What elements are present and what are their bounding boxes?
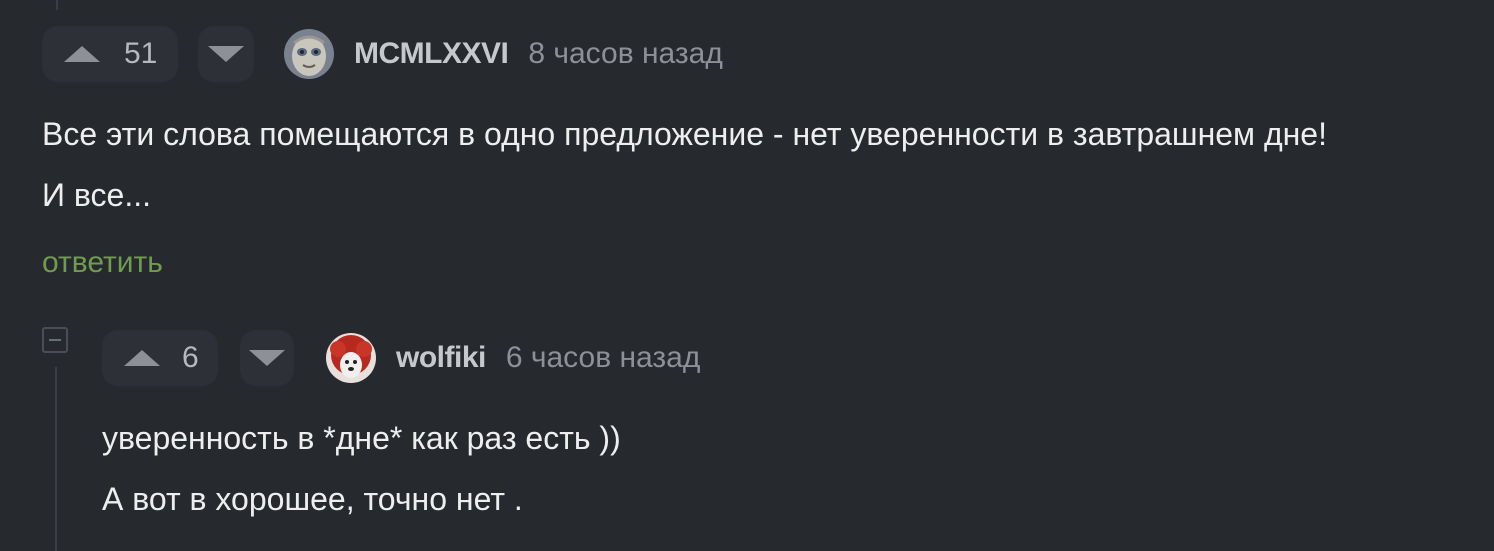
comment: 51 MCMLXXVI 8 часов назад Все эти слова … (42, 26, 1482, 280)
arrow-up-icon (64, 46, 100, 62)
comment-body: Все эти слова помещаются в одно предложе… (42, 104, 1482, 226)
reply-link[interactable]: ответить (42, 246, 163, 280)
thread-line[interactable] (55, 367, 57, 551)
downvote-button[interactable] (198, 26, 254, 82)
comment: 6 wolfiki 6 часов назад уверенность в *д… (102, 330, 1482, 530)
collapse-thread-button[interactable] (42, 327, 68, 353)
comment-time: 8 часов назад (528, 37, 723, 70)
comment-score: 51 (124, 37, 158, 70)
arrow-up-icon (124, 350, 160, 366)
avatar[interactable] (284, 29, 334, 79)
thread-line (56, 0, 58, 10)
comment-header: 6 wolfiki 6 часов назад (102, 330, 1482, 386)
comment-score: 6 (182, 341, 199, 374)
dog-red-wig-avatar-icon (326, 333, 376, 383)
upvote-button[interactable]: 6 (102, 330, 218, 386)
comment-header: 51 MCMLXXVI 8 часов назад (42, 26, 1482, 82)
downvote-button[interactable] (240, 330, 294, 386)
comment-text-line: Все эти слова помещаются в одно предложе… (42, 116, 1327, 152)
comment-body: уверенность в *дне* как раз есть )) А во… (102, 408, 1482, 530)
comment-text-line: уверенность в *дне* как раз есть )) (102, 420, 621, 456)
upvote-button[interactable]: 51 (42, 26, 178, 82)
arrow-down-icon (249, 350, 285, 366)
comment-text-line: И все... (42, 177, 151, 213)
avatar[interactable] (326, 333, 376, 383)
comment-time: 6 часов назад (505, 341, 701, 374)
comment-author[interactable]: wolfiki (396, 341, 486, 375)
comment-text-line: А вот в хорошее, точно нет . (102, 481, 523, 517)
gollum-avatar-icon (284, 29, 334, 79)
arrow-down-icon (208, 46, 244, 62)
comment-author[interactable]: MCMLXXVI (354, 37, 509, 71)
